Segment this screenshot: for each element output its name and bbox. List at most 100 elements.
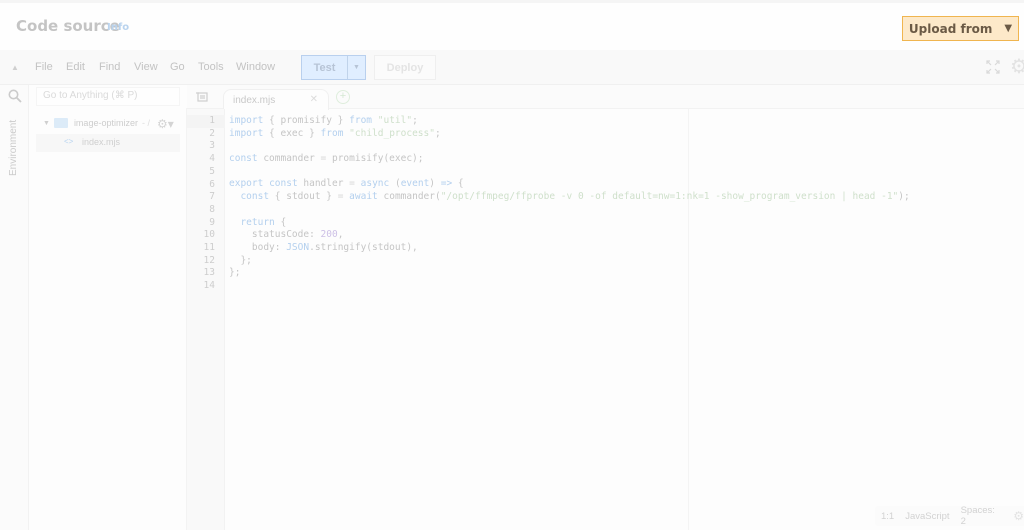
fullscreen-icon[interactable]	[986, 60, 1000, 74]
code-token: { stdout }	[269, 191, 338, 203]
code-editor[interactable]: import { promisify } from "util"; import …	[229, 115, 910, 293]
code-token: {	[452, 178, 464, 190]
test-dropdown-icon[interactable]: ▼	[348, 56, 365, 79]
code-line: import { exec } from "child_process";	[229, 128, 910, 141]
tree-root-folder[interactable]: ▼ image-optimizer - /	[43, 118, 150, 128]
code-line: const { stdout } = await commander("/opt…	[229, 191, 909, 204]
code-token: import	[229, 115, 264, 126]
cursor-position[interactable]: 1:1	[881, 511, 894, 522]
code-token: commander	[257, 153, 321, 165]
line-number: 3	[209, 140, 215, 152]
code-token: const	[269, 178, 298, 190]
code-token: await	[349, 191, 378, 203]
code-token: handler	[297, 178, 350, 190]
code-token: )	[429, 178, 441, 190]
code-file-icon: <>	[64, 137, 74, 146]
search-icon[interactable]	[8, 89, 22, 103]
code-token: import	[229, 127, 264, 139]
code-token: JSON	[286, 241, 310, 253]
code-token: from	[320, 127, 344, 139]
line-number: 13	[203, 267, 215, 279]
code-token: const	[229, 153, 258, 165]
close-tab-icon[interactable]: ✕	[310, 94, 318, 105]
folder-path-suffix: - /	[141, 118, 150, 128]
code-line: const commander = promisify(exec);	[229, 153, 910, 166]
code-token: .stringify(stdout),	[309, 241, 418, 253]
tree-file-item[interactable]: <> index.mjs	[36, 134, 180, 152]
statusbar-gear-icon[interactable]: ⚙	[1013, 509, 1024, 523]
menu-file[interactable]: File	[35, 61, 53, 73]
code-token: statusCode:	[229, 229, 321, 241]
tree-settings-gear-icon[interactable]: ⚙▾	[157, 117, 174, 131]
code-token: 200	[320, 229, 338, 241]
section-title: Code source	[16, 17, 120, 35]
upload-from-label: Upload from	[908, 21, 993, 36]
test-button-group: Test ▼	[301, 55, 366, 80]
preferences-gear-icon[interactable]: ⚙	[1010, 57, 1024, 77]
active-line-highlight	[187, 115, 225, 128]
code-token: from	[349, 115, 373, 126]
tab-index-mjs[interactable]: index.mjs ✕	[223, 89, 329, 110]
line-number: 8	[209, 203, 215, 215]
add-tab-icon[interactable]: +	[336, 90, 350, 104]
line-number: 9	[209, 216, 215, 228]
upload-from-button[interactable]: Upload from ▼	[902, 16, 1019, 41]
menu-edit[interactable]: Edit	[66, 61, 85, 73]
code-line: };	[229, 267, 910, 280]
menu-tools[interactable]: Tools	[198, 61, 224, 73]
file-tree: ▼ image-optimizer - / ⚙▾ <> index.mjs	[30, 108, 187, 530]
code-token: };	[229, 254, 252, 266]
menu-view[interactable]: View	[134, 61, 158, 73]
line-number: 11	[203, 242, 215, 253]
info-link[interactable]: Info	[107, 22, 129, 33]
code-line: body: JSON.stringify(stdout),	[229, 242, 910, 255]
code-token: { exec }	[263, 127, 321, 139]
code-token: { promisify }	[263, 115, 350, 126]
file-name: index.mjs	[82, 137, 121, 147]
menu-window[interactable]: Window	[236, 61, 275, 73]
code-token: return	[240, 216, 275, 228]
menu-find[interactable]: Find	[99, 61, 120, 73]
code-token: =>	[440, 178, 453, 190]
code-token: promisify(exec);	[326, 153, 424, 165]
editor-tabbar: index.mjs ✕ +	[187, 85, 1024, 110]
code-token: "/opt/ffmpeg/ffprobe -v 0 -of default=nw…	[440, 191, 899, 203]
expand-arrow-icon[interactable]: ▼	[43, 120, 50, 127]
code-line: };	[229, 255, 910, 268]
line-number: 1	[209, 115, 215, 126]
line-number: 2	[209, 127, 215, 139]
test-button[interactable]: Test	[302, 56, 348, 79]
indent-setting[interactable]: Spaces: 2	[961, 505, 1003, 527]
code-token: body:	[229, 241, 287, 253]
section-header: Code source Info Upload from ▼	[0, 0, 1024, 50]
line-number: 5	[209, 165, 215, 177]
environment-tab[interactable]: Environment	[8, 120, 19, 176]
caret-down-icon: ▼	[1004, 23, 1013, 34]
code-token: ;	[434, 127, 441, 139]
code-token: {	[274, 216, 287, 228]
menu-go[interactable]: Go	[170, 61, 185, 73]
line-number: 4	[209, 153, 215, 165]
code-line: export const handler = async (event) => …	[229, 178, 910, 191]
go-to-anything-input[interactable]: Go to Anything (⌘ P)	[36, 87, 180, 106]
code-token: (	[389, 178, 401, 190]
code-token: export	[229, 178, 264, 190]
code-token: commander(	[377, 191, 441, 203]
deploy-button[interactable]: Deploy	[374, 55, 436, 80]
collapse-icon[interactable]: ▲	[11, 63, 19, 72]
code-token: event	[400, 178, 430, 190]
code-token: "util"	[377, 115, 413, 126]
line-number: 6	[209, 178, 215, 190]
code-token: ;	[412, 115, 418, 126]
tab-list-icon[interactable]	[196, 92, 208, 102]
code-line: import { promisify } from "util";	[229, 115, 910, 128]
line-number: 7	[209, 191, 215, 203]
language-mode[interactable]: JavaScript	[905, 511, 949, 522]
folder-name: image-optimizer	[73, 118, 138, 128]
line-number: 12	[203, 254, 215, 266]
